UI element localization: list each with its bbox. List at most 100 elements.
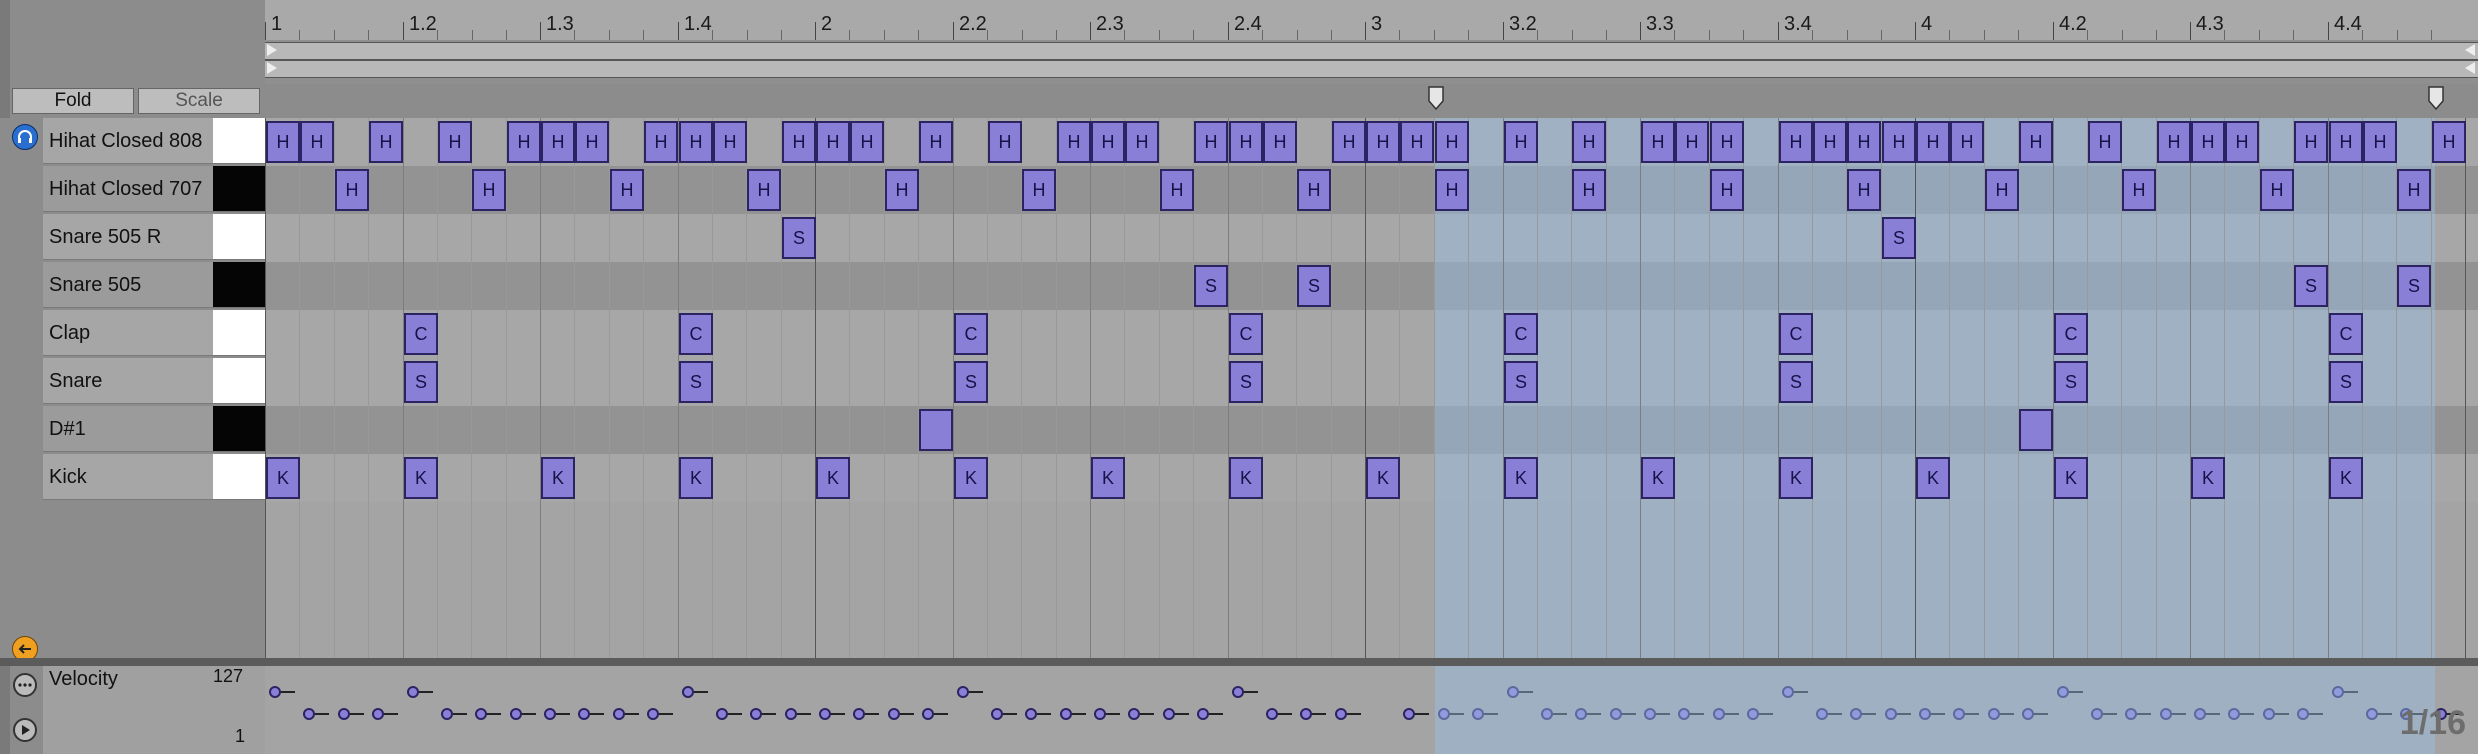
velocity-handle[interactable] bbox=[1163, 708, 1175, 720]
midi-note[interactable]: H bbox=[335, 169, 369, 211]
velocity-handle[interactable] bbox=[1300, 708, 1312, 720]
midi-note[interactable]: C bbox=[2329, 313, 2363, 355]
midi-note[interactable]: H bbox=[2260, 169, 2294, 211]
midi-note[interactable]: K bbox=[679, 457, 713, 499]
piano-key[interactable] bbox=[213, 166, 265, 212]
velocity-handle[interactable] bbox=[716, 708, 728, 720]
midi-note[interactable]: S bbox=[954, 361, 988, 403]
midi-note[interactable]: H bbox=[2225, 121, 2259, 163]
velocity-handle[interactable] bbox=[544, 708, 556, 720]
midi-note[interactable]: C bbox=[954, 313, 988, 355]
midi-note[interactable]: S bbox=[1297, 265, 1331, 307]
midi-note[interactable]: K bbox=[954, 457, 988, 499]
midi-note[interactable]: H bbox=[2294, 121, 2328, 163]
velocity-handle[interactable] bbox=[475, 708, 487, 720]
midi-note[interactable]: K bbox=[1366, 457, 1400, 499]
midi-note[interactable]: H bbox=[369, 121, 403, 163]
midi-note[interactable]: H bbox=[679, 121, 713, 163]
midi-note[interactable]: H bbox=[2432, 121, 2466, 163]
midi-note[interactable]: H bbox=[1950, 121, 1984, 163]
midi-note[interactable]: H bbox=[300, 121, 334, 163]
piano-key[interactable] bbox=[213, 406, 265, 452]
loop-right-marker-icon[interactable] bbox=[2465, 62, 2475, 74]
fold-button[interactable]: Fold bbox=[12, 88, 134, 114]
midi-note[interactable]: H bbox=[1572, 121, 1606, 163]
velocity-handle[interactable] bbox=[957, 686, 969, 698]
midi-note[interactable]: H bbox=[1332, 121, 1366, 163]
midi-note[interactable]: K bbox=[1779, 457, 1813, 499]
track-name[interactable]: Clap bbox=[43, 310, 213, 356]
midi-note[interactable]: H bbox=[782, 121, 816, 163]
midi-note[interactable]: K bbox=[1641, 457, 1675, 499]
velocity-handle[interactable] bbox=[1266, 708, 1278, 720]
midi-note[interactable]: S bbox=[1504, 361, 1538, 403]
midi-note[interactable]: H bbox=[1022, 169, 1056, 211]
velocity-handle[interactable] bbox=[1128, 708, 1140, 720]
midi-note[interactable]: H bbox=[885, 169, 919, 211]
midi-note[interactable]: H bbox=[1847, 169, 1881, 211]
piano-key[interactable] bbox=[213, 310, 265, 356]
velocity-handle[interactable] bbox=[407, 686, 419, 698]
midi-note[interactable]: H bbox=[1263, 121, 1297, 163]
midi-note[interactable]: H bbox=[1504, 121, 1538, 163]
midi-note[interactable]: H bbox=[1435, 121, 1469, 163]
piano-key[interactable] bbox=[213, 214, 265, 260]
midi-note[interactable]: H bbox=[1985, 169, 2019, 211]
velocity-handle[interactable] bbox=[510, 708, 522, 720]
midi-note[interactable]: K bbox=[266, 457, 300, 499]
midi-note[interactable]: H bbox=[1572, 169, 1606, 211]
velocity-handle[interactable] bbox=[785, 708, 797, 720]
midi-note[interactable]: H bbox=[1091, 121, 1125, 163]
midi-note[interactable]: K bbox=[2054, 457, 2088, 499]
midi-note[interactable]: H bbox=[266, 121, 300, 163]
midi-note[interactable]: K bbox=[2329, 457, 2363, 499]
midi-note[interactable]: H bbox=[1847, 121, 1881, 163]
options-icon[interactable] bbox=[12, 672, 38, 703]
track-name[interactable]: Snare 505 R bbox=[43, 214, 213, 260]
midi-note[interactable]: H bbox=[713, 121, 747, 163]
midi-note[interactable]: C bbox=[1229, 313, 1263, 355]
midi-note[interactable]: H bbox=[2397, 169, 2431, 211]
midi-note[interactable]: H bbox=[644, 121, 678, 163]
track-name[interactable]: D#1 bbox=[43, 406, 213, 452]
velocity-handle[interactable] bbox=[372, 708, 384, 720]
piano-key[interactable] bbox=[213, 118, 265, 164]
midi-note[interactable]: H bbox=[1710, 169, 1744, 211]
midi-note[interactable]: H bbox=[2363, 121, 2397, 163]
loop-left-marker-icon[interactable] bbox=[267, 62, 277, 74]
midi-note[interactable]: H bbox=[850, 121, 884, 163]
midi-note[interactable]: H bbox=[1400, 121, 1434, 163]
midi-note[interactable]: H bbox=[1194, 121, 1228, 163]
velocity-handle[interactable] bbox=[991, 708, 1003, 720]
velocity-handle[interactable] bbox=[1335, 708, 1347, 720]
midi-note[interactable]: K bbox=[541, 457, 575, 499]
velocity-handle[interactable] bbox=[647, 708, 659, 720]
arrangement-brace[interactable] bbox=[265, 42, 2478, 60]
midi-note[interactable]: S bbox=[2329, 361, 2363, 403]
midi-note[interactable] bbox=[2019, 409, 2053, 451]
piano-key[interactable] bbox=[213, 454, 265, 500]
midi-note[interactable]: H bbox=[610, 169, 644, 211]
midi-note[interactable]: C bbox=[1779, 313, 1813, 355]
velocity-handle[interactable] bbox=[1197, 708, 1209, 720]
loop-brace-strip[interactable] bbox=[265, 40, 2478, 84]
midi-note[interactable]: H bbox=[1779, 121, 1813, 163]
midi-note[interactable]: H bbox=[1366, 121, 1400, 163]
midi-note[interactable]: K bbox=[1091, 457, 1125, 499]
midi-note[interactable]: K bbox=[1229, 457, 1263, 499]
midi-note[interactable]: H bbox=[1125, 121, 1159, 163]
midi-note[interactable]: H bbox=[1675, 121, 1709, 163]
midi-note[interactable]: C bbox=[2054, 313, 2088, 355]
velocity-handle[interactable] bbox=[338, 708, 350, 720]
velocity-handle[interactable] bbox=[853, 708, 865, 720]
midi-note[interactable]: H bbox=[1916, 121, 1950, 163]
midi-note[interactable]: H bbox=[1813, 121, 1847, 163]
midi-note[interactable]: H bbox=[507, 121, 541, 163]
midi-note[interactable]: S bbox=[1779, 361, 1813, 403]
headphones-icon[interactable] bbox=[12, 124, 38, 150]
velocity-handle[interactable] bbox=[888, 708, 900, 720]
velocity-handle[interactable] bbox=[819, 708, 831, 720]
velocity-handle[interactable] bbox=[269, 686, 281, 698]
velocity-handle[interactable] bbox=[1094, 708, 1106, 720]
loop-start-marker-icon[interactable] bbox=[1428, 86, 1444, 115]
